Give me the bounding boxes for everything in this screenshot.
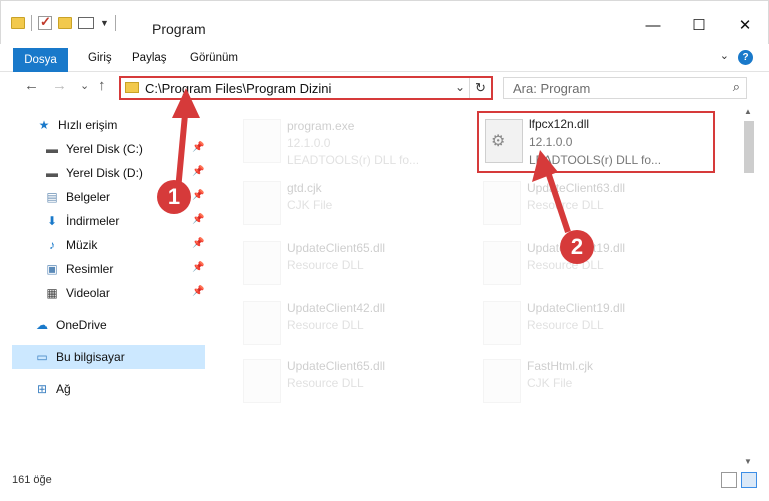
step-marker-2: 2 [560,230,594,264]
annotation-arrows [172,88,571,233]
item-count: 161 öğe [12,474,52,486]
details-view-icon[interactable] [721,472,737,488]
tiles-view-icon[interactable] [741,472,757,488]
view-switcher [721,472,757,488]
step-marker-1: 1 [157,180,191,214]
